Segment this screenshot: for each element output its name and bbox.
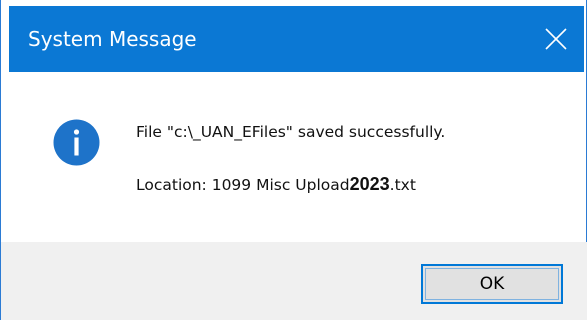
location-prefix: Location: 1099 Misc Upload	[136, 176, 350, 194]
ok-button[interactable]: OK	[421, 264, 563, 304]
title-bar: System Message	[9, 6, 584, 72]
dialog-title: System Message	[28, 27, 197, 51]
message-area: File "c:\_UAN_EFiles" saved successfully…	[9, 72, 584, 242]
message-text: File "c:\_UAN_EFiles" saved successfully…	[136, 123, 446, 141]
close-icon	[545, 28, 567, 50]
system-message-dialog: System Message File "c:\_UAN_EFiles" sav…	[0, 0, 587, 320]
info-icon	[53, 119, 100, 166]
ok-button-label: OK	[479, 274, 505, 294]
button-bar: OK	[1, 242, 587, 320]
close-button[interactable]	[529, 6, 584, 72]
location-year: 2023	[349, 174, 390, 194]
location-text: Location: 1099 Misc Upload2023.txt	[136, 173, 416, 196]
location-extension: .txt	[389, 176, 416, 194]
